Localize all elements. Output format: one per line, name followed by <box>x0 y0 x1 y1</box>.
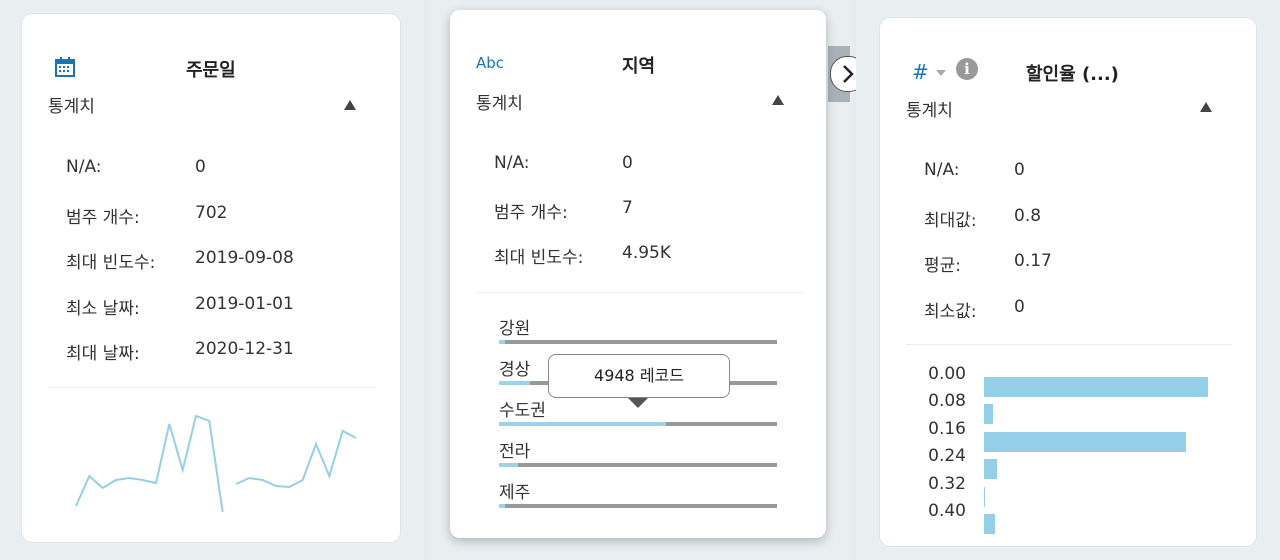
stat-value: 0 <box>195 157 206 177</box>
sparkline-series <box>235 429 357 489</box>
category-bar-fill <box>499 340 505 344</box>
stat-label: 최대 날짜: <box>66 344 140 364</box>
stat-value: 2019-01-01 <box>195 293 294 314</box>
category-bar-track[interactable] <box>499 422 777 426</box>
histogram-bin-label: 0.40 <box>928 501 966 521</box>
stat-label: 평균: <box>924 256 962 276</box>
stat-value: 0 <box>1014 296 1025 317</box>
category-bar-fill <box>499 504 505 508</box>
stats-section-header[interactable]: 통계치 <box>906 96 953 121</box>
histogram-bar[interactable] <box>984 486 986 507</box>
stat-value: 0 <box>1014 160 1025 180</box>
date-sparkline <box>75 414 357 513</box>
stat-value: 2020-12-31 <box>195 339 294 359</box>
category-bar-fill <box>499 381 530 385</box>
stat-label: 최소값: <box>924 301 977 322</box>
divider <box>906 344 1232 345</box>
tooltip-arrow <box>628 398 648 408</box>
stat-label: 범주 개수: <box>494 203 568 223</box>
category-bar-fill <box>499 463 519 467</box>
column-order-date: 주문일 통계치 N/A: 0 범주 개수: 702 최대 빈도수: 2019-09-08 최… <box>0 0 424 560</box>
stat-value: 4.95K <box>622 243 671 263</box>
record-tooltip: 4948 레코드 <box>548 354 730 398</box>
collapse-triangle-icon[interactable] <box>1200 102 1212 112</box>
histogram-bin-label: 0.32 <box>928 473 966 494</box>
divider <box>476 292 804 293</box>
card-discount[interactable]: # i 할인율 (...) 통계치 N/A: 0 최대값: 0.8 평균: 0.17 최소값… <box>880 18 1256 546</box>
histogram-bar[interactable] <box>984 404 993 425</box>
category-label[interactable]: 전라 <box>499 437 530 462</box>
sparkline-series <box>75 414 224 513</box>
category-bar-track[interactable] <box>499 463 777 467</box>
calendar-icon <box>54 56 76 82</box>
histogram-bin-label: 0.24 <box>928 446 966 467</box>
column-discount: # i 할인율 (...) 통계치 N/A: 0 최대값: 0.8 평균: 0.17 최소값… <box>856 0 1280 560</box>
histogram-bin-label: 0.00 <box>928 364 966 384</box>
stat-value: 0.8 <box>1014 205 1042 226</box>
histogram-bin-label: 0.16 <box>928 418 966 439</box>
number-type-icon: # <box>912 60 929 84</box>
stat-label: N/A: <box>66 157 102 177</box>
collapse-triangle-icon[interactable] <box>344 100 356 110</box>
stat-label: N/A: <box>494 153 530 173</box>
stats-section-header[interactable]: 통계치 <box>476 89 523 114</box>
histogram-bar[interactable] <box>984 459 998 480</box>
category-label[interactable]: 수도권 <box>499 396 546 421</box>
type-dropdown-caret-icon[interactable] <box>936 70 946 76</box>
card-order-date[interactable]: 주문일 통계치 N/A: 0 범주 개수: 702 최대 빈도수: 2019-09-08 최… <box>22 14 400 542</box>
category-bar-track[interactable] <box>499 340 777 344</box>
stat-label: 범주 개수: <box>66 207 140 228</box>
column-region: Abc 지역 통계치 N/A: 0 범주 개수: 7 최대 빈도수: 4.95K 강원경상… <box>428 0 866 560</box>
stat-label: 최대 빈도수: <box>494 248 584 268</box>
stat-value: 7 <box>622 198 633 218</box>
stats-section-header[interactable]: 통계치 <box>48 92 95 117</box>
stat-value: 702 <box>195 202 228 223</box>
divider <box>48 387 376 388</box>
category-label[interactable]: 강원 <box>499 314 530 339</box>
histogram-bar[interactable] <box>984 514 996 534</box>
category-label[interactable]: 경상 <box>499 355 530 380</box>
info-icon[interactable]: i <box>956 58 978 80</box>
histogram-bar[interactable] <box>984 431 1186 452</box>
stat-label: N/A: <box>924 160 960 180</box>
card-region[interactable]: Abc 지역 통계치 N/A: 0 범주 개수: 7 최대 빈도수: 4.95K 강원경상… <box>450 10 826 538</box>
stat-value: 2019-09-08 <box>195 248 294 268</box>
histogram-bar[interactable] <box>984 377 1208 397</box>
stat-label: 최소 날짜: <box>66 298 140 319</box>
stat-value: 0 <box>622 153 633 173</box>
category-bar-track[interactable] <box>499 504 777 508</box>
field-title: 할인율 (...) <box>1026 64 1119 85</box>
stat-label: 최대 빈도수: <box>66 253 156 273</box>
category-bar-fill <box>499 422 666 426</box>
collapse-triangle-icon[interactable] <box>772 95 784 105</box>
field-title: 주문일 <box>186 60 236 81</box>
abc-icon: Abc <box>476 54 505 72</box>
stat-label: 최대값: <box>924 210 977 231</box>
category-label[interactable]: 제주 <box>499 478 530 503</box>
stat-value: 0.17 <box>1014 251 1052 271</box>
histogram-bin-label: 0.08 <box>928 391 966 412</box>
field-title: 지역 <box>622 56 656 77</box>
